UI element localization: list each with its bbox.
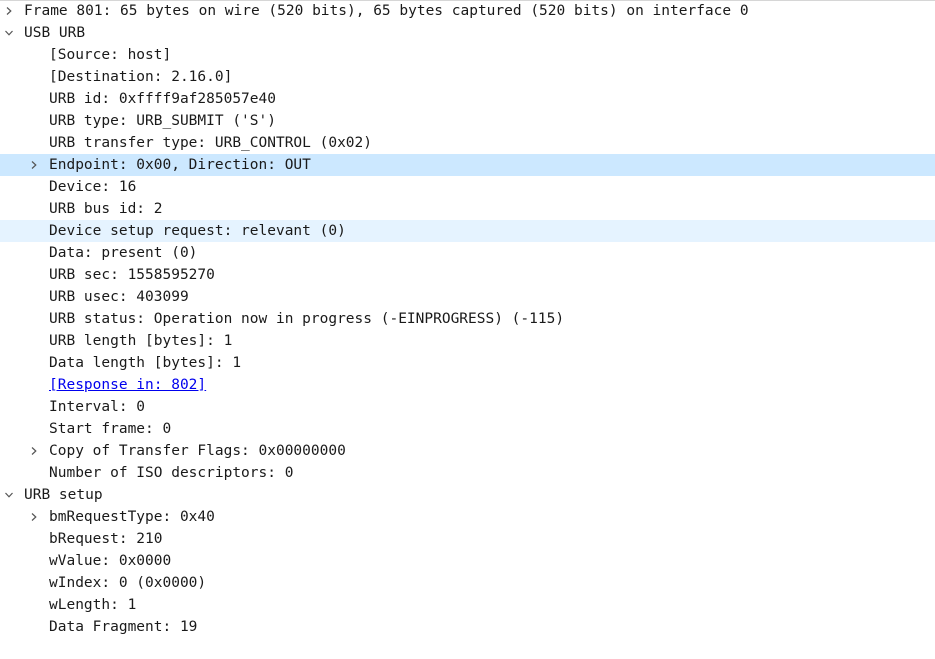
response-in-link[interactable]: [Response in: 802] — [49, 374, 206, 396]
tree-row-label: Data Fragment: 19 — [49, 619, 198, 635]
tree-row-label: [Source: host] — [49, 47, 172, 63]
tree-row-urb-status-operation-now-in-progress-ein[interactable]: URB status: Operation now in progress (-… — [0, 308, 935, 330]
tree-row-label: bmRequestType: 0x40 — [49, 509, 215, 525]
tree-row-label: Data: present (0) — [49, 245, 198, 261]
tree-row-label: URB setup — [24, 487, 103, 503]
chevron-down-icon[interactable] — [2, 484, 16, 506]
tree-row-label: Start frame: 0 — [49, 421, 172, 437]
tree-row-label: URB length [bytes]: 1 — [49, 333, 233, 349]
tree-row-label: wValue: 0x0000 — [49, 553, 172, 569]
tree-row-label: URB status: Operation now in progress (-… — [49, 311, 565, 327]
chevron-down-icon[interactable] — [2, 22, 16, 44]
tree-row-label: bRequest: 210 — [49, 531, 163, 547]
tree-row-label: Copy of Transfer Flags: 0x00000000 — [49, 443, 346, 459]
tree-row-wvalue-0x0000[interactable]: wValue: 0x0000 — [0, 550, 935, 572]
tree-row-bmrequesttype-0x40[interactable]: bmRequestType: 0x40 — [0, 506, 935, 528]
tree-row-data-fragment-19[interactable]: Data Fragment: 19 — [0, 616, 935, 638]
packet-details-tree: Frame 801: 65 bytes on wire (520 bits), … — [0, 0, 935, 659]
tree-row-brequest-210[interactable]: bRequest: 210 — [0, 528, 935, 550]
chevron-right-icon[interactable] — [27, 440, 41, 462]
tree-row-copy-of-transfer-flags-0x00000000[interactable]: Copy of Transfer Flags: 0x00000000 — [0, 440, 935, 462]
tree-row-label: USB URB — [24, 25, 86, 41]
tree-row-label: Device setup request: relevant (0) — [49, 223, 346, 239]
tree-row-label: URB bus id: 2 — [49, 201, 163, 217]
tree-row-frame-801-65-bytes-on-wire-520-bits-65-b[interactable]: Frame 801: 65 bytes on wire (520 bits), … — [0, 0, 935, 22]
tree-row-label: wLength: 1 — [49, 597, 137, 613]
tree-row-number-of-iso-descriptors-0[interactable]: Number of ISO descriptors: 0 — [0, 462, 935, 484]
tree-row-response-in-802[interactable]: [Response in: 802] — [0, 374, 935, 396]
tree-row-label: URB type: URB_SUBMIT ('S') — [49, 113, 276, 129]
tree-row-urb-usec-403099[interactable]: URB usec: 403099 — [0, 286, 935, 308]
tree-row-label: Frame 801: 65 bytes on wire (520 bits), … — [24, 3, 749, 19]
tree-row-device-16[interactable]: Device: 16 — [0, 176, 935, 198]
tree-row-start-frame-0[interactable]: Start frame: 0 — [0, 418, 935, 440]
tree-row-interval-0[interactable]: Interval: 0 — [0, 396, 935, 418]
chevron-right-icon[interactable] — [27, 154, 41, 176]
tree-row-label: Endpoint: 0x00, Direction: OUT — [49, 157, 311, 173]
tree-row-urb-bus-id-2[interactable]: URB bus id: 2 — [0, 198, 935, 220]
tree-row-data-present-0[interactable]: Data: present (0) — [0, 242, 935, 264]
tree-row-label: Data length [bytes]: 1 — [49, 355, 242, 371]
chevron-right-icon[interactable] — [27, 506, 41, 528]
tree-row-destination-2-16-0[interactable]: [Destination: 2.16.0] — [0, 66, 935, 88]
tree-row-urb-length-bytes-1[interactable]: URB length [bytes]: 1 — [0, 330, 935, 352]
tree-row-urb-transfer-type-urb-control-0x02[interactable]: URB transfer type: URB_CONTROL (0x02) — [0, 132, 935, 154]
tree-row-label: URB usec: 403099 — [49, 289, 189, 305]
tree-row-windex-0-0x0000[interactable]: wIndex: 0 (0x0000) — [0, 572, 935, 594]
tree-row-label: URB transfer type: URB_CONTROL (0x02) — [49, 135, 373, 151]
tree-row-urb-sec-1558595270[interactable]: URB sec: 1558595270 — [0, 264, 935, 286]
tree-row-urb-setup[interactable]: URB setup — [0, 484, 935, 506]
tree-row-device-setup-request-relevant-0[interactable]: Device setup request: relevant (0) — [0, 220, 935, 242]
tree-row-label: URB id: 0xffff9af285057e40 — [49, 91, 276, 107]
tree-row-label: wIndex: 0 (0x0000) — [49, 575, 207, 591]
chevron-right-icon[interactable] — [2, 0, 16, 22]
tree-row-label: Device: 16 — [49, 179, 137, 195]
tree-row-source-host[interactable]: [Source: host] — [0, 44, 935, 66]
tree-row-label: URB sec: 1558595270 — [49, 267, 215, 283]
tree-row-usb-urb[interactable]: USB URB — [0, 22, 935, 44]
tree-row-label: [Destination: 2.16.0] — [49, 69, 233, 85]
tree-row-label: Interval: 0 — [49, 399, 146, 415]
tree-row-urb-id-0xffff9af285057e40[interactable]: URB id: 0xffff9af285057e40 — [0, 88, 935, 110]
tree-row-wlength-1[interactable]: wLength: 1 — [0, 594, 935, 616]
tree-row-endpoint-0x00-direction-out[interactable]: Endpoint: 0x00, Direction: OUT — [0, 154, 935, 176]
tree-row-urb-type-urb-submit-s[interactable]: URB type: URB_SUBMIT ('S') — [0, 110, 935, 132]
tree-row-label: Number of ISO descriptors: 0 — [49, 465, 294, 481]
tree-row-data-length-bytes-1[interactable]: Data length [bytes]: 1 — [0, 352, 935, 374]
